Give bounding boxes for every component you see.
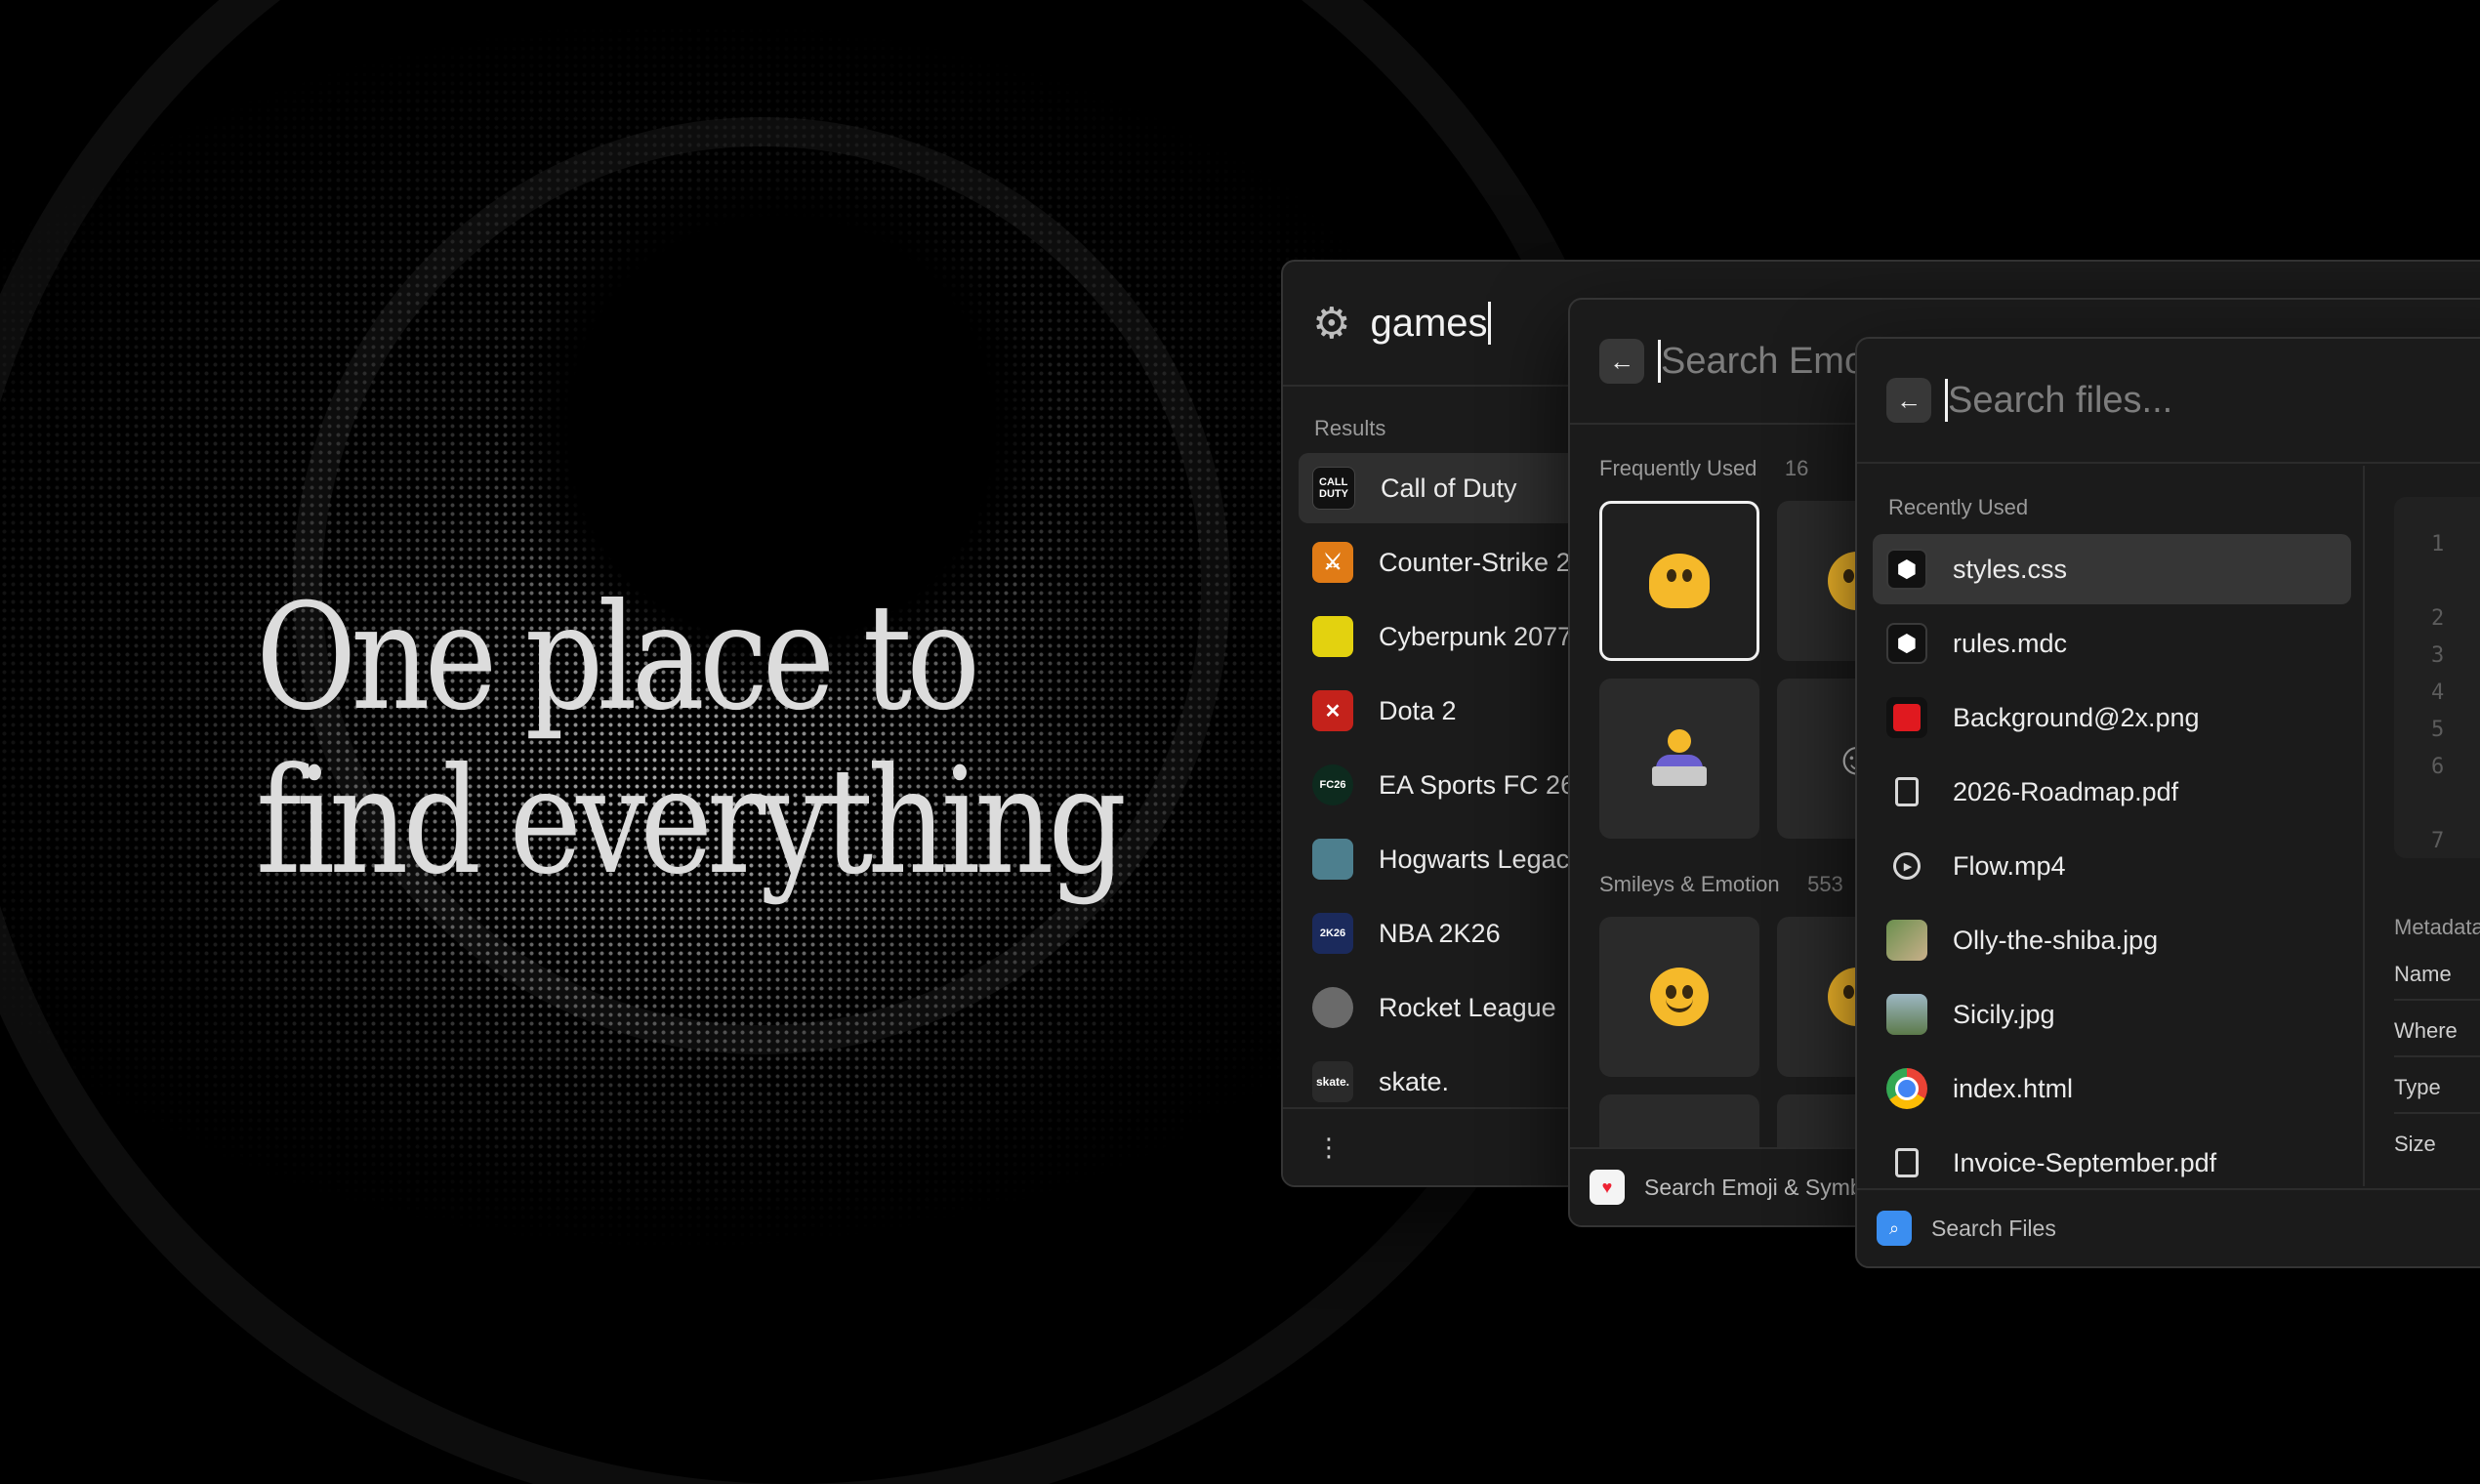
frequently-used-header: Frequently Used 16	[1599, 456, 1808, 481]
smileys-header: Smileys & Emotion 553	[1599, 872, 1843, 897]
game-label: Hogwarts Legacy	[1379, 844, 1583, 874]
game-label: Cyberpunk 2077	[1379, 621, 1573, 651]
document-icon	[1886, 771, 1927, 812]
file-label: Flow.mp4	[1953, 850, 2066, 881]
file-item[interactable]: 2026-Roadmap.pdf	[1873, 757, 2351, 827]
hogwarts-icon	[1312, 839, 1353, 880]
game-label: Rocket League	[1379, 992, 1556, 1022]
file-label: rules.mdc	[1953, 628, 2068, 658]
preview-divider	[2363, 466, 2365, 1186]
frequently-used-label: Frequently Used	[1599, 456, 1757, 480]
game-label: EA Sports FC 26	[1379, 769, 1576, 800]
metadata-label: Metadata	[2394, 915, 2480, 939]
game-label: NBA 2K26	[1379, 918, 1501, 948]
meta-row: Type	[2394, 1055, 2480, 1100]
file-item[interactable]: ⬢ styles.css	[1873, 534, 2351, 604]
files-search-input[interactable]: Search files...	[1948, 380, 2172, 422]
file-preview: 1 2 3 4 5 6 7	[2394, 497, 2480, 858]
chrome-icon	[1886, 1068, 1927, 1109]
file-item[interactable]: ▶ Flow.mp4	[1873, 831, 2351, 901]
file-label: Sicily.jpg	[1953, 999, 2055, 1029]
line-number: 7	[2431, 829, 2445, 853]
meta-row: Where	[2394, 999, 2480, 1044]
files-footer-label: Search Files	[1931, 1215, 2056, 1241]
file-label: index.html	[1953, 1073, 2074, 1103]
file-item[interactable]: ⬢ rules.mdc	[1873, 608, 2351, 679]
melting-face-emoji[interactable]	[1599, 501, 1759, 661]
technologist-emoji[interactable]	[1599, 679, 1759, 839]
file-label: Background@2x.png	[1953, 702, 2200, 732]
game-label: Counter-Strike 2	[1379, 547, 1571, 577]
game-label: skate.	[1379, 1066, 1450, 1096]
line-number: 5	[2431, 718, 2445, 742]
emoji-symbols-icon: ♥	[1590, 1170, 1625, 1205]
cyberpunk-icon	[1312, 616, 1353, 657]
file-item[interactable]: Background@2x.png	[1873, 682, 2351, 753]
more-options-icon[interactable]: ⋮	[1316, 1133, 1342, 1163]
call-of-duty-icon: CALL DUTY	[1312, 467, 1355, 510]
photo-thumbnail-icon	[1886, 994, 1927, 1035]
line-number: 1	[2431, 532, 2445, 556]
nba-icon: 2K26	[1312, 913, 1353, 954]
slightly-smiling-face-emoji[interactable]	[1599, 917, 1759, 1077]
smiling-face-icon	[1650, 968, 1709, 1026]
smileys-label: Smileys & Emotion	[1599, 872, 1780, 896]
files-footer: ⌕ Search Files	[1857, 1188, 2480, 1266]
line-number: 4	[2431, 680, 2445, 705]
document-icon	[1886, 1142, 1927, 1183]
meta-row: Name	[2394, 962, 2452, 986]
meta-row: Size	[2394, 1112, 2480, 1157]
photo-thumbnail-icon	[1886, 920, 1927, 961]
skate-icon: skate.	[1312, 1061, 1353, 1102]
smileys-count: 553	[1807, 872, 1843, 896]
rocket-league-icon	[1312, 987, 1353, 1028]
headline-line-2: find everything	[256, 737, 1127, 907]
red-image-icon	[1886, 697, 1927, 738]
file-label: 2026-Roadmap.pdf	[1953, 776, 2179, 806]
results-label: Results	[1314, 416, 1386, 440]
counter-strike-icon: ⚔	[1312, 542, 1353, 583]
dota-icon: ✕	[1312, 690, 1353, 731]
text-cursor	[1487, 302, 1491, 345]
headline-line-1: One place to	[256, 573, 980, 743]
files-search-panel: ← Search files... Recently Used ⬢ styles.…	[1855, 337, 2480, 1268]
line-number: 3	[2431, 643, 2445, 668]
technologist-icon	[1648, 727, 1711, 790]
file-item[interactable]: Olly-the-shiba.jpg	[1873, 905, 2351, 975]
game-label: Call of Duty	[1381, 473, 1517, 503]
emoji-search-input[interactable]: Search Emoji	[1661, 341, 1881, 383]
files-search-row: ← Search files...	[1857, 339, 2480, 464]
finder-search-icon: ⌕	[1877, 1211, 1912, 1246]
ea-fc-icon: FC26	[1312, 764, 1353, 805]
file-label: Invoice-September.pdf	[1953, 1147, 2217, 1177]
line-number: 2	[2431, 606, 2445, 631]
file-label: styles.css	[1953, 554, 2068, 584]
game-label: Dota 2	[1379, 695, 1457, 725]
recently-used-label: Recently Used	[1888, 495, 2029, 519]
back-arrow-icon[interactable]: ←	[1599, 339, 1644, 384]
file-label: Olly-the-shiba.jpg	[1953, 925, 2159, 955]
file-item[interactable]: Sicily.jpg	[1873, 979, 2351, 1050]
file-item[interactable]: index.html	[1873, 1053, 2351, 1124]
files-result-list: ⬢ styles.css ⬢ rules.mdc Background@2x.png…	[1873, 534, 2351, 1202]
games-search-input[interactable]: games	[1370, 302, 1487, 346]
extension-gear-icon: ⚙	[1312, 299, 1351, 348]
cube-icon: ⬢	[1886, 549, 1927, 590]
back-arrow-icon[interactable]: ←	[1886, 378, 1931, 423]
cube-icon: ⬢	[1886, 623, 1927, 664]
line-number: 6	[2431, 755, 2445, 779]
play-icon: ▶	[1886, 845, 1927, 886]
headline: One place to find everything	[256, 573, 1127, 907]
frequently-used-count: 16	[1784, 456, 1809, 480]
melting-face-icon	[1649, 554, 1710, 608]
